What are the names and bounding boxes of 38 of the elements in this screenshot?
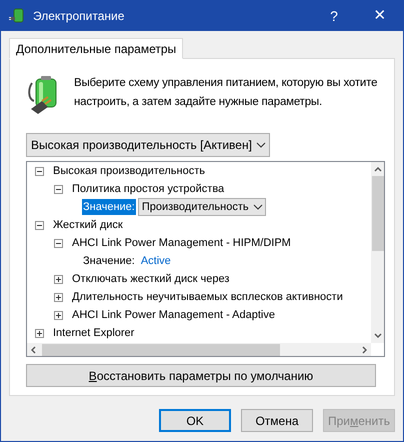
restore-defaults-button[interactable]: Восстановить параметры по умолчанию (26, 364, 376, 387)
battery-plug-icon (9, 8, 25, 24)
collapse-icon[interactable] (35, 166, 44, 176)
tree-item[interactable]: Отключать жесткий диск через (72, 270, 230, 288)
collapse-icon[interactable] (54, 184, 63, 194)
close-button[interactable]: ✕ (357, 1, 403, 31)
scrollbar-thumb[interactable] (42, 344, 280, 356)
tree-item[interactable]: Длительность неучитываемых всплесков активности (72, 288, 343, 306)
plan-dropdown[interactable]: Высокая производительность [Активен] (26, 133, 270, 157)
expand-icon[interactable] (35, 328, 44, 338)
tab[interactable]: Дополнительные параметры (9, 38, 184, 59)
window-title: Электропитание (33, 8, 124, 25)
chevron-down-icon (374, 333, 382, 338)
description-text: Выберите схему управления питанием, которую вы хотите настроить, а затем задайте нужные параметры. (74, 76, 378, 110)
tree-item[interactable]: Политика простоя устройства (72, 180, 224, 198)
chevron-up-icon (374, 167, 382, 172)
chevron-left-icon (31, 346, 36, 354)
dialog-button[interactable]: OK (159, 409, 231, 432)
chevron-right-icon (362, 346, 367, 354)
dialog-button[interactable]: Отмена (241, 409, 313, 432)
value-label: Значение: (82, 254, 136, 269)
tree-item[interactable]: AHCI Link Power Management - HIPM/DIPM (72, 234, 291, 252)
collapse-icon[interactable] (54, 238, 63, 248)
value-dropdown[interactable]: Производительность (138, 198, 266, 216)
help-button[interactable]: ? (311, 1, 357, 31)
tree-item[interactable]: Жесткий диск (53, 216, 123, 234)
expand-icon[interactable] (54, 292, 63, 302)
scrollbar-thumb[interactable] (372, 176, 384, 251)
collapse-icon[interactable] (35, 220, 44, 230)
value-link[interactable]: Active (140, 252, 171, 270)
tree-item[interactable]: AHCI Link Power Management - Adaptive (72, 306, 275, 324)
tree-item[interactable]: Internet Explorer (53, 324, 134, 342)
chevron-down-icon (256, 142, 266, 148)
tree-item[interactable]: Высокая производительность (53, 162, 205, 180)
expand-icon[interactable] (54, 310, 63, 320)
chevron-down-icon (252, 204, 263, 210)
expand-icon[interactable] (54, 274, 63, 284)
value-label: Значение: (82, 198, 136, 216)
